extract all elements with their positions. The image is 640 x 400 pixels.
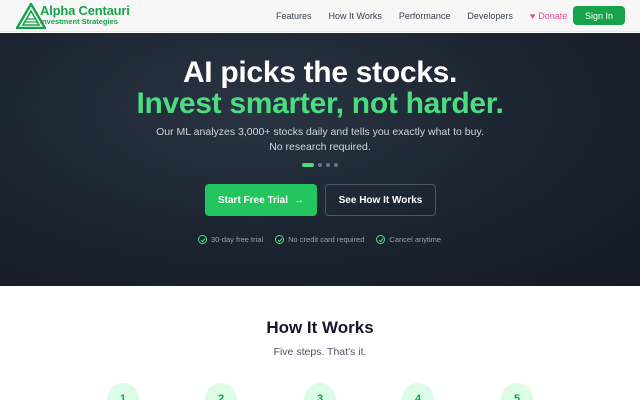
hero-title-line2: Invest smarter, not harder. — [136, 87, 504, 120]
step-badge-2: 2 — [205, 383, 237, 400]
perk-label: Cancel anytime — [389, 235, 442, 244]
carousel-dot-4[interactable] — [334, 163, 338, 167]
perk-item: Cancel anytime — [376, 235, 441, 244]
sign-in-button[interactable]: Sign In — [573, 6, 625, 25]
hero-section: AI picks the stocks. Invest smarter, not… — [0, 33, 640, 286]
brand-name: Alpha Centauri — [40, 3, 130, 18]
step-badge-1: 1 — [107, 383, 139, 400]
start-free-trial-label: Start Free Trial — [217, 194, 289, 206]
donate-link[interactable]: ♥ Donate — [530, 11, 567, 21]
perk-item: 30-day free trial — [198, 235, 263, 244]
brand[interactable]: Alpha Centauri Investment Strategies — [40, 4, 130, 26]
hero-subtitle: Our ML analyzes 3,000+ stocks daily and … — [156, 126, 484, 153]
perk-item: No credit card required — [275, 235, 364, 244]
start-free-trial-button[interactable]: Start Free Trial → — [205, 184, 317, 216]
carousel-dot-1[interactable] — [302, 163, 314, 167]
brand-tagline: Investment Strategies — [40, 17, 118, 26]
heart-icon: ♥ — [529, 11, 536, 21]
nav-links: Features How It Works Performance Develo… — [276, 0, 584, 32]
check-circle-icon — [275, 235, 285, 244]
hero-title-line1: AI picks the stocks. — [182, 56, 458, 89]
arrow-right-icon: → — [294, 194, 305, 206]
perk-label: No credit card required — [288, 235, 365, 244]
carousel-indicators — [302, 163, 342, 167]
donate-label: Donate — [538, 11, 568, 21]
check-circle-icon — [376, 235, 386, 244]
navbar: Alpha Centauri Investment Strategies Fea… — [0, 0, 640, 32]
perks-list: 30-day free trial No credit card require… — [198, 235, 453, 244]
perk-label: 30-day free trial — [211, 235, 264, 244]
carousel-dot-2[interactable] — [318, 163, 322, 167]
how-it-works-subtitle: Five steps. That's it. — [273, 346, 367, 358]
nav-link-performance[interactable]: Performance — [399, 11, 451, 21]
how-it-works-title: How It Works — [266, 318, 374, 337]
step-badge-3: 3 — [304, 383, 336, 400]
carousel-dot-3[interactable] — [326, 163, 330, 167]
nav-link-developers[interactable]: Developers — [467, 11, 513, 21]
nav-link-features[interactable]: Features — [276, 11, 312, 21]
step-badge-4: 4 — [402, 383, 434, 400]
step-badge-5: 5 — [501, 383, 533, 400]
see-how-it-works-button[interactable]: See How It Works — [325, 184, 436, 216]
nav-link-how-it-works[interactable]: How It Works — [329, 11, 382, 21]
check-circle-icon — [198, 235, 207, 244]
